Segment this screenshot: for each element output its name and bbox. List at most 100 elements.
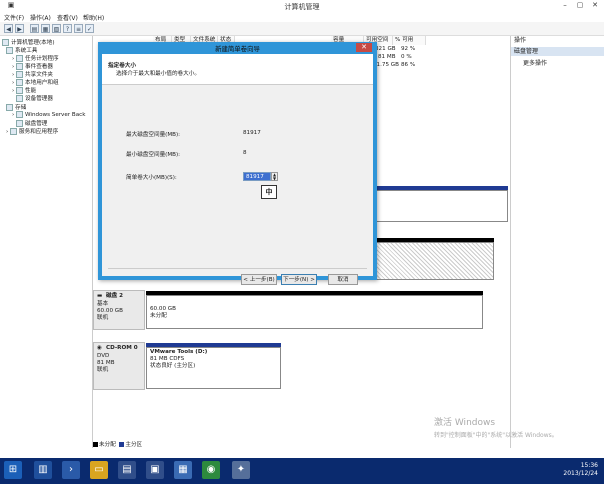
tree-item-performance[interactable]: › 性能 [12,86,36,94]
menu-file[interactable]: 文件(F) [4,13,24,22]
up-folder-icon[interactable]: ▤ [30,24,39,33]
checkmark-icon[interactable]: ✓ [85,24,94,33]
help-icon[interactable]: ? [63,24,72,33]
wizard-title: 新建简单卷向导 [215,45,260,53]
more-actions-link[interactable]: 更多操作 [523,58,547,67]
system-clock[interactable]: 15:36 2013/12/24 [538,462,598,478]
menu-view[interactable]: 查看(V) [57,13,78,22]
size-input-label: 简单卷大小(MB)(S): [126,175,177,181]
device-icon [16,95,23,102]
menu-help[interactable]: 帮助(H) [83,13,104,22]
list-icon[interactable]: ≡ [74,24,83,33]
tree-item-device-manager[interactable]: 设备管理器 [16,94,53,102]
cdrom-partition[interactable]: VMware Tools (D:) 81 MB CDFS 状态良好 (主分区) [146,347,281,389]
volume-size-input[interactable]: 81917 [243,172,271,181]
cdrom-partition-status: 状态良好 (主分区) [150,363,196,369]
wizard-heading: 指定卷大小 [108,63,136,69]
back-arrow-icon[interactable]: ◀ [4,24,13,33]
forward-arrow-icon[interactable]: ▶ [15,24,24,33]
disk2-status: 联机 [97,315,109,321]
row1-free: 321 GB [375,46,396,52]
tree-root[interactable]: 计算机管理(本地) [2,38,55,46]
cancel-button[interactable]: 取消 [328,274,358,285]
button-divider [108,268,367,269]
actions-section-disk-management[interactable]: 磁盘管理 [511,47,604,56]
tree-item-local-users[interactable]: › 本地用户和组 [12,78,59,86]
back-button[interactable]: < 上一步(B) [241,274,277,285]
server-manager-icon[interactable]: ▥ [34,461,52,479]
min-size-value: 8 [243,150,247,156]
start-button-icon[interactable]: ⊞ [4,461,22,479]
menu-bar: 文件(F) 操作(A) 查看(V) 帮助(H) [0,12,604,22]
legend-unallocated: 未分配 [99,442,116,448]
users-icon [16,79,24,86]
minimize-button[interactable]: – [558,1,572,10]
actions-header: 操作 [514,37,527,44]
clock-time: 15:36 [580,462,598,469]
next-button[interactable]: 下一步(N) > [281,274,317,285]
row2-pct: 0 % [401,54,412,60]
taskbar: ⊞ ▥ › ▭ ▤ ▣ ▦ ◉ ✦ 15:36 2013/12/24 [0,458,604,484]
storage-icon [6,104,13,111]
admin-tools-icon[interactable]: ▤ [118,461,136,479]
ime-indicator[interactable]: 中 [261,185,277,199]
tree-services[interactable]: › 服务和应用程序 [6,127,58,135]
disk1-partition[interactable] [376,242,494,280]
cdrom-info[interactable]: ◉ CD-ROM 0 DVD 81 MB 联机 [93,342,145,390]
performance-icon [16,87,24,94]
legend: 未分配 主分区 [93,440,509,448]
event-icon [16,63,24,70]
row1-pct: 92 % [401,46,416,52]
clock-icon [16,55,24,62]
network-settings-icon[interactable]: ✦ [232,461,250,479]
disk2-type: 基本 [97,301,109,307]
disk-icon [16,120,23,127]
tree-system-tools[interactable]: 系统工具 [6,46,37,54]
maximize-button[interactable]: ▢ [573,1,587,10]
disk2-partition-status: 未分配 [150,313,167,319]
disk2-icon: ▬ [97,293,103,299]
row2-free: 81 MB [378,54,396,60]
cdrom-size: 81 MB [97,360,115,366]
wizard-header: 指定卷大小 选择介于最大和最小值的卷大小。 [102,54,373,85]
backup-icon [16,111,24,118]
show-tree-icon[interactable]: ▦ [41,24,50,33]
legend-unallocated-swatch [93,442,98,447]
legend-primary: 主分区 [125,442,143,448]
network-icon[interactable]: ◉ [202,461,220,479]
disk2-partition[interactable]: 60.00 GB 未分配 [146,295,483,329]
tree-item-shared-folders[interactable]: › 共享文件夹 [12,70,53,78]
new-simple-volume-wizard: 新建简单卷向导 ✕ 指定卷大小 选择介于最大和最小值的卷大小。 最大磁盘空间量(… [98,42,377,285]
tree-item-disk-management[interactable]: 磁盘管理 [16,119,47,127]
properties-icon[interactable]: ▧ [52,24,61,33]
tree-item-windows-backup[interactable]: › Windows Server Back [12,111,85,118]
tree-item-task-scheduler[interactable]: › 任务计划程序 [12,54,59,62]
app-icon: ▣ [7,1,15,9]
tool-icon[interactable]: ▣ [146,461,164,479]
column-percent-free[interactable]: % 可用 [393,36,426,45]
navigation-tree: 计算机管理(本地) 系统工具 › 任务计划程序 › 事件查看器 › 共享文件夹 … [0,36,93,448]
disk2-name: 磁盘 2 [106,293,124,299]
wizard-body: 指定卷大小 选择介于最大和最小值的卷大小。 最大磁盘空间量(MB): 81917… [102,54,373,285]
max-size-label: 最大磁盘空间量(MB): [126,132,181,138]
cdrom-partition-name: VMware Tools (D:) [150,349,208,355]
cdrom-type: DVD [97,353,110,359]
actions-pane: 操作 磁盘管理 更多操作 [510,36,604,448]
cdrom-status: 联机 [97,367,109,373]
wizard-subheading: 选择介于最大和最小值的卷大小。 [116,71,200,77]
activation-watermark-text: 转到"控制面板"中的"系统"以激活 Windows。 [434,432,558,439]
folder-icon [16,71,24,78]
powershell-icon[interactable]: › [62,461,80,479]
computer-management-icon[interactable]: ▦ [174,461,192,479]
disk2-info[interactable]: ▬ 磁盘 2 基本 60.00 GB 联机 [93,290,145,330]
close-button[interactable]: ✕ [588,1,602,10]
tree-storage[interactable]: 存储 [6,103,26,111]
disk0-partition[interactable] [376,190,508,222]
file-explorer-icon[interactable]: ▭ [90,461,108,479]
cdrom-name: CD-ROM 0 [106,345,138,351]
wizard-close-button[interactable]: ✕ [356,43,372,52]
size-spinner[interactable]: ▲ ▼ [271,172,278,181]
toolbar: ◀ ▶ ▤ ▦ ▧ ? ≡ ✓ [0,22,604,36]
tree-item-event-viewer[interactable]: › 事件查看器 [12,62,53,70]
menu-action[interactable]: 操作(A) [30,13,51,22]
